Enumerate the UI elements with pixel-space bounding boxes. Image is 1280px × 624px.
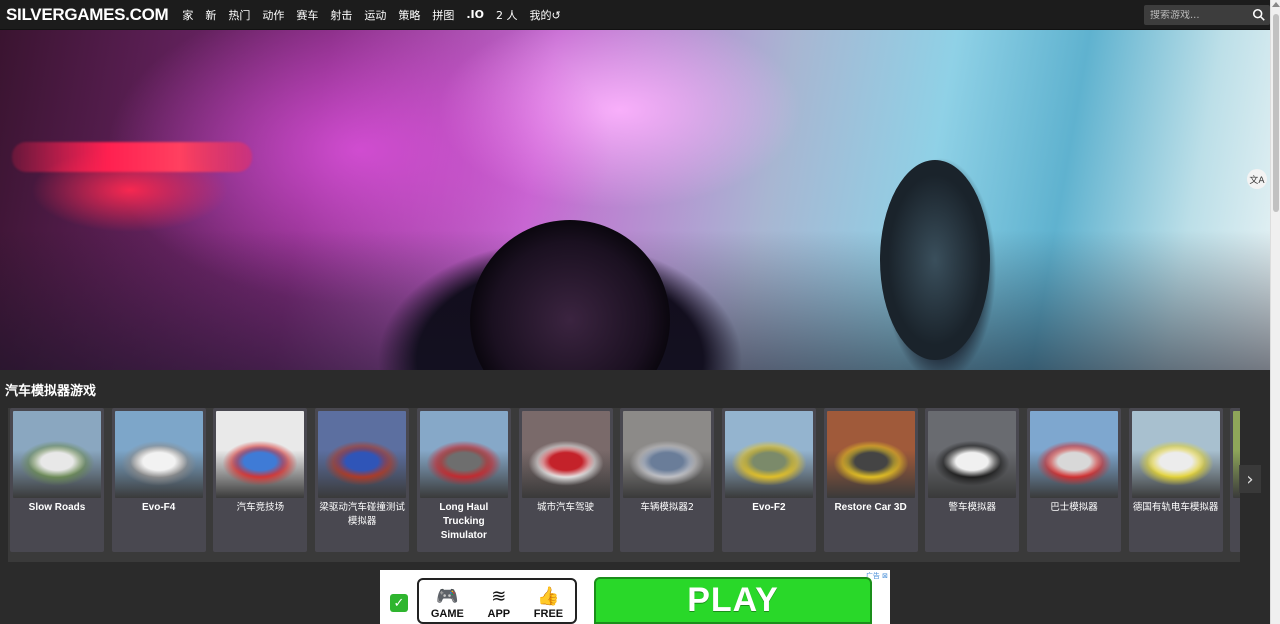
- game-title[interactable]: Restore Car 3D: [826, 501, 916, 515]
- ad-banner[interactable]: 广告 ⊠ ✓ 🎮 GAME ≋ APP 👍 FREE PLAY: [380, 570, 890, 624]
- nav-item-sports[interactable]: 运动: [358, 7, 392, 23]
- game-thumbnail[interactable]: [521, 411, 610, 498]
- hero-banner[interactable]: 文A: [0, 30, 1270, 370]
- game-thumbnail[interactable]: [419, 411, 508, 498]
- game-tile[interactable]: 德国有轨电车模拟器: [1128, 408, 1223, 552]
- ad-item-game: 🎮 GAME: [431, 586, 464, 620]
- game-tile[interactable]: 汽车竞技场: [213, 408, 308, 552]
- nav-item-home[interactable]: 家: [176, 7, 199, 23]
- search-input[interactable]: [1144, 9, 1248, 21]
- game-title[interactable]: Evo-F4: [114, 501, 204, 515]
- game-tile[interactable]: 警车模拟器: [925, 408, 1020, 552]
- game-thumbnail[interactable]: [724, 411, 813, 498]
- nav-item-action[interactable]: 动作: [256, 7, 290, 23]
- ad-item-app: ≋ APP: [488, 586, 511, 620]
- game-title[interactable]: Slow Roads: [12, 501, 102, 515]
- hero-car-front-wheel: [880, 160, 990, 360]
- game-thumbnail[interactable]: [623, 411, 712, 498]
- nav-item-shooting[interactable]: 射击: [324, 7, 358, 23]
- layers-icon: ≋: [491, 586, 507, 607]
- scroll-up-arrow-icon[interactable]: [1272, 2, 1280, 7]
- game-title[interactable]: 农场: [1232, 501, 1240, 515]
- game-title[interactable]: 汽车竞技场: [215, 501, 305, 515]
- search-box: [1144, 5, 1270, 25]
- hero-car-taillight: [12, 142, 252, 172]
- check-icon: ✓: [390, 594, 408, 612]
- game-title[interactable]: 车辆模拟器2: [622, 501, 712, 515]
- ad-item-label: FREE: [533, 608, 564, 620]
- game-title[interactable]: 德国有轨电车模拟器: [1131, 501, 1221, 515]
- game-tiles-row: Slow Roads Evo-F4 汽车竞技场 梁驱动汽车碰撞测试模拟器 Long Ha…: [8, 408, 1240, 562]
- top-nav: SILVERGAMES.COM 家 新 热门 动作 赛车 射击 运动 策略 拼图…: [0, 0, 1270, 30]
- ad-item-label: APP: [487, 608, 511, 620]
- site-logo[interactable]: SILVERGAMES.COM: [6, 5, 169, 25]
- translate-icon[interactable]: 文A: [1247, 169, 1267, 189]
- gamepad-icon: 🎮: [436, 586, 459, 607]
- nav-item-racing[interactable]: 赛车: [290, 7, 324, 23]
- game-thumbnail[interactable]: [13, 411, 101, 498]
- nav-menu: 家 新 热门 动作 赛车 射击 运动 策略 拼图 .IO 2 人 我的↺: [176, 7, 566, 23]
- car-simulator-section: 汽车模拟器游戏 Slow Roads Evo-F4 汽车竞技场 梁驱动汽车碰撞测试模拟…: [0, 370, 1270, 564]
- game-title[interactable]: Long Haul Trucking Simulator: [419, 501, 509, 543]
- ad-play-button[interactable]: PLAY: [594, 577, 872, 624]
- game-thumbnail[interactable]: [114, 411, 203, 498]
- game-thumbnail[interactable]: [1030, 411, 1118, 498]
- game-title[interactable]: 城市汽车驾驶: [521, 501, 611, 515]
- game-thumbnail[interactable]: [928, 411, 1017, 498]
- page-scrollbar[interactable]: [1270, 0, 1280, 624]
- game-tile[interactable]: Slow Roads: [10, 408, 104, 552]
- nav-item-puzzle[interactable]: 拼图: [426, 7, 460, 23]
- nav-item-new[interactable]: 新: [199, 7, 222, 23]
- game-thumbnail[interactable]: [1131, 411, 1220, 498]
- game-title[interactable]: 梁驱动汽车碰撞测试模拟器: [317, 501, 407, 529]
- game-thumbnail[interactable]: [216, 411, 305, 498]
- game-thumbnail[interactable]: [826, 411, 915, 498]
- ad-feature-box: 🎮 GAME ≋ APP 👍 FREE: [417, 578, 577, 624]
- game-tile[interactable]: 城市汽车驾驶: [518, 408, 613, 552]
- nav-item-strategy[interactable]: 策略: [392, 7, 426, 23]
- nav-item-popular[interactable]: 热门: [222, 7, 256, 23]
- game-title[interactable]: 巴士模拟器: [1029, 501, 1119, 515]
- thumbs-up-icon: 👍: [537, 586, 560, 607]
- section-title: 汽车模拟器游戏: [5, 384, 97, 399]
- game-tile[interactable]: 梁驱动汽车碰撞测试模拟器: [315, 408, 410, 552]
- game-tile[interactable]: 车辆模拟器2: [620, 408, 715, 552]
- game-tile[interactable]: 巴士模拟器: [1027, 408, 1121, 552]
- carousel-next-arrow[interactable]: ›: [1239, 465, 1261, 493]
- scroll-thumb[interactable]: [1273, 14, 1279, 212]
- nav-item-io[interactable]: .IO: [460, 8, 490, 21]
- nav-item-2-player[interactable]: 2 人: [490, 7, 524, 23]
- nav-item-my-games[interactable]: 我的↺: [524, 7, 567, 23]
- ad-item-label: GAME: [430, 608, 464, 620]
- ad-item-free: 👍 FREE: [534, 586, 563, 620]
- game-tile[interactable]: Long Haul Trucking Simulator: [416, 408, 511, 552]
- game-title[interactable]: Evo-F2: [724, 501, 814, 515]
- game-thumbnail[interactable]: [318, 411, 407, 498]
- game-title[interactable]: 警车模拟器: [927, 501, 1017, 515]
- search-icon[interactable]: [1252, 8, 1266, 22]
- game-tile[interactable]: Evo-F4: [111, 408, 206, 552]
- game-tile[interactable]: Evo-F2: [721, 408, 816, 552]
- game-tile[interactable]: Restore Car 3D: [823, 408, 918, 552]
